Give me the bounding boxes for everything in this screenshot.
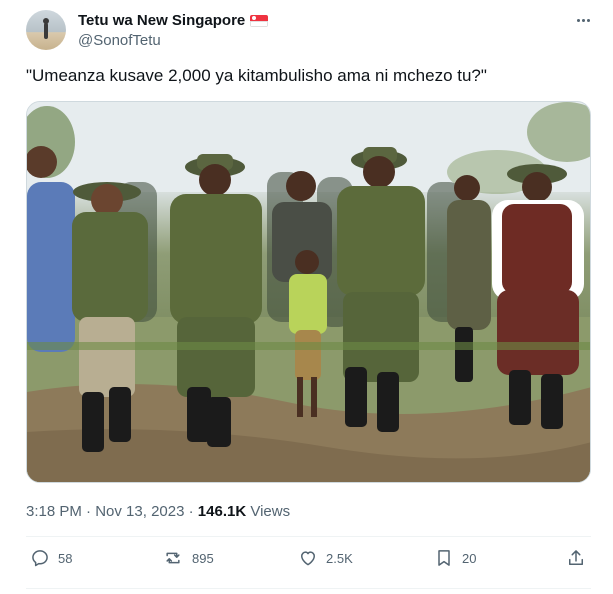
heart-icon bbox=[301, 551, 315, 566]
divider bbox=[26, 536, 591, 537]
reply-icon bbox=[32, 550, 48, 567]
bookmark-count: 20 bbox=[462, 550, 477, 566]
author-display-name[interactable]: Tetu wa New Singapore bbox=[78, 12, 245, 29]
tweet-photo[interactable] bbox=[26, 101, 591, 483]
author-handle[interactable]: @SonofTetu bbox=[78, 32, 161, 49]
retweet-button[interactable]: 895 bbox=[162, 548, 214, 568]
views-count: 146.1K bbox=[197, 503, 247, 520]
tweet-time[interactable]: 3:18 PM bbox=[26, 503, 82, 520]
more-options-icon[interactable] bbox=[572, 10, 594, 30]
tweet-meta: 3:18 PM · Nov 13, 2023 · 146.1K Views bbox=[26, 503, 290, 520]
bookmark-button[interactable]: 20 bbox=[434, 548, 476, 568]
views-label: Views bbox=[250, 503, 291, 520]
tweet-text: "Umeanza kusave 2,000 ya kitambulisho am… bbox=[26, 66, 487, 85]
action-bar: 58 895 2.5K 20 bbox=[26, 548, 591, 574]
retweet-icon bbox=[166, 552, 180, 564]
meta-separator-2: · bbox=[188, 503, 194, 520]
reply-button[interactable]: 58 bbox=[30, 548, 72, 568]
share-icon bbox=[569, 550, 583, 565]
avatar[interactable] bbox=[26, 10, 66, 50]
retweet-count: 895 bbox=[192, 550, 214, 566]
share-button[interactable] bbox=[566, 548, 586, 568]
singapore-flag-icon bbox=[250, 14, 269, 27]
reply-count: 58 bbox=[58, 550, 73, 566]
bookmark-icon bbox=[438, 550, 450, 566]
bottom-divider bbox=[26, 588, 591, 589]
tweet-date[interactable]: Nov 13, 2023 bbox=[95, 503, 184, 520]
like-button[interactable]: 2.5K bbox=[298, 548, 353, 568]
tweet-card: Tetu wa New Singapore @SonofTetu "Umeanz… bbox=[0, 0, 613, 594]
meta-separator: · bbox=[86, 503, 92, 520]
like-count: 2.5K bbox=[326, 550, 353, 566]
author-name-row: Tetu wa New Singapore bbox=[78, 12, 269, 29]
